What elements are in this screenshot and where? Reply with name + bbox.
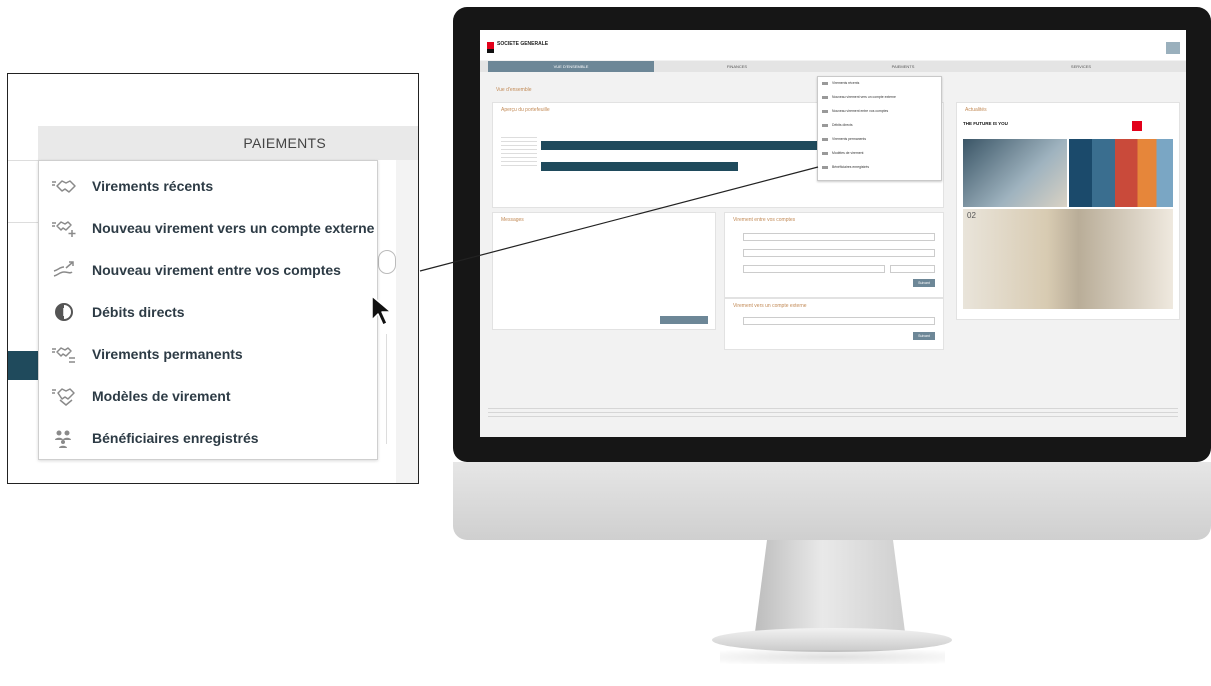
menu-item-label: Modèles de virement — [92, 388, 231, 404]
background-control — [378, 250, 396, 274]
divider — [386, 334, 387, 444]
transfer-arrows-icon — [51, 259, 77, 281]
menu-item-label: Débits directs — [92, 304, 185, 320]
menu-item-standing-orders[interactable]: Virements permanents — [39, 334, 377, 374]
menu-item-saved-beneficiaries[interactable]: Bénéficiaires enregistrés — [39, 418, 377, 458]
menu-item-new-internal-transfer[interactable]: Nouveau virement entre vos comptes — [39, 250, 377, 290]
menu-item-transfer-templates[interactable]: Modèles de virement — [39, 376, 377, 416]
zoom-callout: PAIEMENTS Virements récents Nouveau vire… — [7, 73, 419, 484]
background-panel-bar — [8, 351, 38, 380]
scrollbar[interactable] — [396, 160, 418, 483]
template-handshake-icon — [51, 385, 77, 407]
tab-payments[interactable]: PAIEMENTS — [38, 126, 418, 160]
mouse-cursor-icon — [371, 295, 392, 326]
menu-item-new-external-transfer[interactable]: Nouveau virement vers un compte externe — [39, 208, 377, 248]
payments-dropdown-menu: Virements récents Nouveau virement vers … — [38, 160, 378, 460]
menu-item-recent-transfers[interactable]: Virements récents — [39, 166, 377, 206]
direct-debit-icon — [51, 301, 77, 323]
menu-item-label: Nouveau virement entre vos comptes — [92, 262, 341, 278]
menu-item-label: Virements permanents — [92, 346, 243, 362]
menu-item-direct-debits[interactable]: Débits directs — [39, 292, 377, 332]
menu-item-label: Nouveau virement vers un compte externe — [92, 220, 375, 236]
handshake-recurring-icon — [51, 343, 77, 365]
handshake-plus-icon — [51, 217, 77, 239]
handshake-icon — [51, 175, 77, 197]
beneficiaries-icon — [51, 427, 77, 449]
divider — [8, 222, 38, 223]
menu-item-label: Virements récents — [92, 178, 214, 194]
divider — [8, 160, 38, 161]
menu-item-label: Bénéficiaires enregistrés — [92, 430, 259, 446]
